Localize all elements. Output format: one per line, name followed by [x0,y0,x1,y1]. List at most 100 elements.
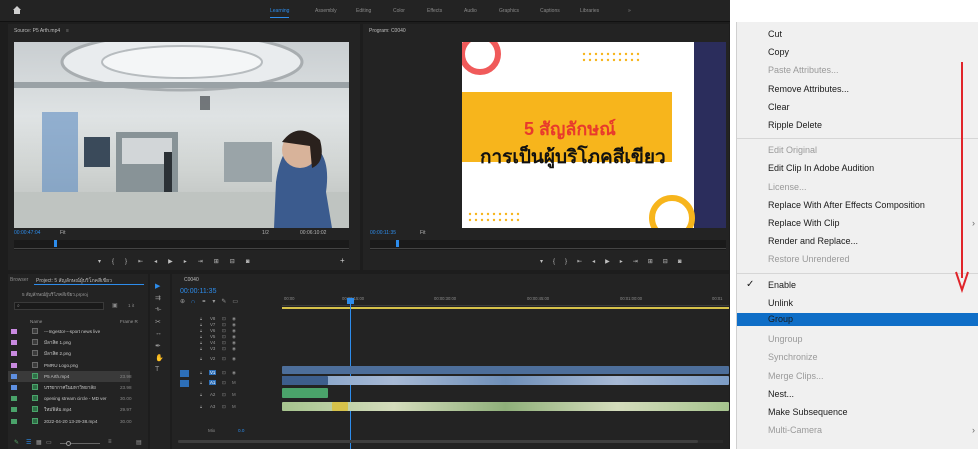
source-ratio-select[interactable]: 1/2 [262,230,269,236]
menu-item-remove-attributes[interactable]: Remove Attributes... [737,81,978,99]
panel-menu-icon[interactable]: ≡ [66,28,69,34]
go-to-in-icon[interactable]: ⇤ [138,259,154,265]
menu-item-group[interactable]: Group [737,313,978,326]
eye-icon[interactable]: ◉ [232,346,236,352]
menu-item-render-and-replace[interactable]: Render and Replace... [737,233,978,251]
lock-icon[interactable]: 🔒︎ [200,392,202,397]
linked-selection-icon[interactable]: ⚭ [201,299,212,305]
source-fit-select[interactable]: Fit [60,230,66,236]
label-swatch[interactable] [11,373,17,379]
source-add-button[interactable]: + [340,256,345,265]
insert-icon[interactable]: ⊞ [214,259,230,265]
go-to-in-icon[interactable]: ⇤ [577,259,592,265]
menu-item-edit-clip-in-adobe-audition[interactable]: Edit Clip In Adobe Audition [737,160,978,178]
col-name-header[interactable]: Name [30,319,42,324]
menu-item-ripple-delete[interactable]: Ripple Delete [737,117,978,135]
track-label[interactable]: V3 [209,346,216,351]
video-clip-v1[interactable] [282,376,729,385]
workspace-tab-effects[interactable]: Effects [427,0,442,22]
sync-lock-icon[interactable]: ⊡ [222,392,226,398]
step-back-icon[interactable]: ◂ [592,259,605,265]
timeline-timecode[interactable]: 00:00:11:35 [180,288,216,295]
program-playhead[interactable] [396,240,399,247]
menu-item-replace-with-after-effects-composition[interactable]: Replace With After Effects Composition [737,197,978,215]
track-select-tool-icon[interactable]: ⇉ [155,294,161,302]
sort-icon[interactable]: ≡ [108,439,112,445]
pencil-icon[interactable]: ✎ [14,439,19,446]
source-scrubber[interactable] [14,240,349,250]
workspace-tab-libraries[interactable]: Libraries [580,0,599,22]
eye-icon[interactable]: ◉ [232,356,236,362]
track-label[interactable]: V5 [209,334,216,339]
tab-browser[interactable]: Browser [10,277,28,283]
sync-lock-icon[interactable]: ⊡ [222,346,226,352]
track-label[interactable]: A1 [209,380,217,385]
ripple-tool-icon[interactable]: ⟛ [155,306,161,314]
export-frame-icon[interactable]: ◙ [678,259,692,265]
timeline-scrollbar[interactable] [178,440,723,443]
mark-out-icon[interactable]: } [565,259,577,265]
menu-item-copy[interactable]: Copy [737,44,978,62]
source-patch[interactable] [180,370,189,377]
captions-icon[interactable]: ▭ [232,299,244,305]
col-rate-header[interactable]: Frame R [120,319,138,324]
eye-icon[interactable]: ◉ [232,370,236,376]
mark-out-icon[interactable]: } [125,259,138,265]
label-swatch[interactable] [11,396,17,402]
audio-clip-a1[interactable] [282,388,328,398]
sync-lock-icon[interactable]: ⊡ [222,404,226,410]
project-list-item[interactable]: มีลาสิต 1.png [8,337,130,348]
track-label[interactable]: A3 [209,404,216,409]
add-marker-icon[interactable]: ▾ [98,259,112,265]
project-list-item[interactable]: opening stream circle - MD ver 30.00 [8,393,132,404]
program-monitor-title[interactable]: Program: C0040 [369,28,406,34]
add-marker-icon[interactable]: ▾ [540,259,553,265]
project-list-item[interactable]: มีลาสิต 2.png [8,348,130,359]
source-playhead[interactable] [54,240,57,247]
track-header-v2[interactable]: 🔒︎ V2 ⊡ ◉ [180,356,280,364]
lock-icon[interactable]: 🔒︎ [200,404,202,409]
label-swatch[interactable] [11,362,17,368]
menu-item-replace-with-clip[interactable]: Replace With Clip › [737,215,978,233]
track-header-a3[interactable]: 🔒︎ A3 ⊡ M [180,404,280,412]
workspace-tab-assembly[interactable]: Assembly [315,0,337,22]
label-swatch[interactable] [11,329,17,334]
bin-icon[interactable]: ▣ [112,302,118,309]
track-label[interactable]: V1 [209,370,217,375]
video-clip-v2[interactable] [282,366,729,374]
sync-lock-icon[interactable]: ⊡ [222,356,226,362]
timeline-tab[interactable]: C0040 [184,277,199,283]
label-swatch[interactable] [11,418,17,424]
razor-tool-icon[interactable]: ✂ [155,318,161,326]
overwrite-icon[interactable]: ⊟ [230,259,246,265]
freeform-view-icon[interactable]: ▭ [46,439,52,446]
track-header-a1[interactable]: 🔒︎ A1 ⊡ M [180,380,280,388]
project-list-item[interactable]: 2022-04-20 13-29-38.mp4 30.00 [8,416,132,427]
mute-icon[interactable]: M [232,380,236,385]
type-tool-icon[interactable]: T [155,366,159,373]
lock-icon[interactable]: 🔒︎ [200,380,202,385]
sync-lock-icon[interactable]: ⊡ [222,380,226,386]
mark-in-icon[interactable]: { [112,259,125,265]
hand-tool-icon[interactable]: ✋ [155,354,164,362]
nest-icon[interactable]: ⊕ [180,299,191,305]
list-view-icon[interactable]: ☰ [26,439,31,446]
step-forward-icon[interactable]: ▸ [184,259,198,265]
workspace-tab-captions[interactable]: Captions [540,0,560,22]
menu-item-make-subsequence[interactable]: Make Subsequence [737,404,978,422]
program-scrubber[interactable] [370,240,726,250]
track-header-a2[interactable]: 🔒︎ A2 ⊡ M [180,392,280,400]
program-timecode[interactable]: 00:00:11:35 [370,230,396,236]
program-video-frame[interactable]: 5 สัญลักษณ์ การเป็นผู้บริโภคสีเขียว [462,42,726,228]
lock-icon[interactable]: 🔒︎ [200,370,202,375]
menu-item-clear[interactable]: Clear [737,99,978,117]
label-swatch[interactable] [11,351,17,357]
lock-icon[interactable]: 🔒︎ [200,322,202,327]
mark-in-icon[interactable]: { [553,259,565,265]
go-to-out-icon[interactable]: ⇥ [198,259,214,265]
label-swatch[interactable] [11,340,17,346]
label-swatch[interactable] [11,407,17,413]
extract-icon[interactable]: ⊟ [663,259,678,265]
source-monitor-title[interactable]: Source: P5 Arth.mp4 [14,28,60,34]
step-forward-icon[interactable]: ▸ [620,259,633,265]
